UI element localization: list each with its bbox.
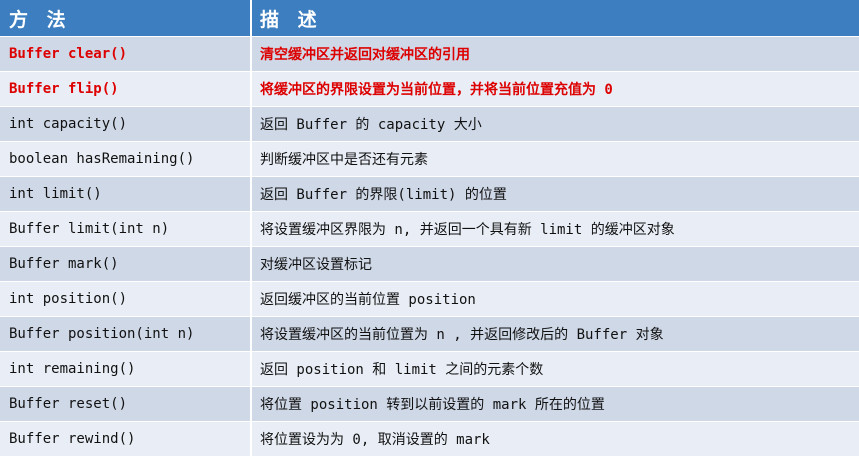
method-cell: Buffer mark(): [0, 247, 252, 281]
table-row: Buffer clear() 清空缓冲区并返回对缓冲区的引用: [0, 36, 859, 71]
method-cell: Buffer rewind(): [0, 422, 252, 456]
description-cell: 将缓冲区的界限设置为当前位置，并将当前位置充值为 0: [260, 82, 613, 98]
table-row: int position() 返回缓冲区的当前位置 position: [0, 281, 859, 316]
table-row: boolean hasRemaining() 判断缓冲区中是否还有元素: [0, 141, 859, 176]
description-cell: 返回 position 和 limit 之间的元素个数: [260, 362, 544, 378]
method-cell: boolean hasRemaining(): [0, 142, 252, 176]
table-row: Buffer limit(int n) 将设置缓冲区界限为 n, 并返回一个具有…: [0, 211, 859, 246]
method-cell: Buffer limit(int n): [0, 212, 252, 246]
description-cell: 返回缓冲区的当前位置 position: [260, 292, 476, 308]
description-cell: 将位置 position 转到以前设置的 mark 所在的位置: [260, 397, 605, 413]
buffer-methods-table: 方 法 描 述 Buffer clear() 清空缓冲区并返回对缓冲区的引用 B…: [0, 0, 859, 458]
method-cell: int remaining(): [0, 352, 252, 386]
method-cell: Buffer position(int n): [0, 317, 252, 351]
table-row: Buffer position(int n) 将设置缓冲区的当前位置为 n , …: [0, 316, 859, 351]
description-cell: 返回 Buffer 的界限(limit) 的位置: [260, 187, 507, 203]
description-cell: 清空缓冲区并返回对缓冲区的引用: [260, 47, 470, 63]
table-row: Buffer rewind() 将位置设为为 0, 取消设置的 mark: [0, 421, 859, 456]
method-cell: Buffer reset(): [0, 387, 252, 421]
table-header: 方 法 描 述: [0, 0, 859, 36]
table-row: Buffer reset() 将位置 position 转到以前设置的 mark…: [0, 386, 859, 421]
header-description: 描 述: [260, 8, 323, 31]
description-cell: 将设置缓冲区的当前位置为 n , 并返回修改后的 Buffer 对象: [260, 327, 664, 343]
description-cell: 将位置设为为 0, 取消设置的 mark: [260, 432, 490, 448]
description-cell: 返回 Buffer 的 capacity 大小: [260, 117, 482, 133]
method-cell: Buffer clear(): [0, 37, 252, 71]
description-cell: 判断缓冲区中是否还有元素: [260, 152, 428, 168]
header-method: 方 法: [0, 0, 252, 36]
description-cell: 对缓冲区设置标记: [260, 257, 372, 273]
table-row: int remaining() 返回 position 和 limit 之间的元…: [0, 351, 859, 386]
table-row: Buffer flip() 将缓冲区的界限设置为当前位置，并将当前位置充值为 0: [0, 71, 859, 106]
table-row: int capacity() 返回 Buffer 的 capacity 大小: [0, 106, 859, 141]
table-row: int limit() 返回 Buffer 的界限(limit) 的位置: [0, 176, 859, 211]
method-cell: int capacity(): [0, 107, 252, 141]
method-cell: int position(): [0, 282, 252, 316]
description-cell: 将设置缓冲区界限为 n, 并返回一个具有新 limit 的缓冲区对象: [260, 222, 675, 238]
method-cell: Buffer flip(): [0, 72, 252, 106]
method-cell: int limit(): [0, 177, 252, 211]
table-row: Buffer mark() 对缓冲区设置标记: [0, 246, 859, 281]
